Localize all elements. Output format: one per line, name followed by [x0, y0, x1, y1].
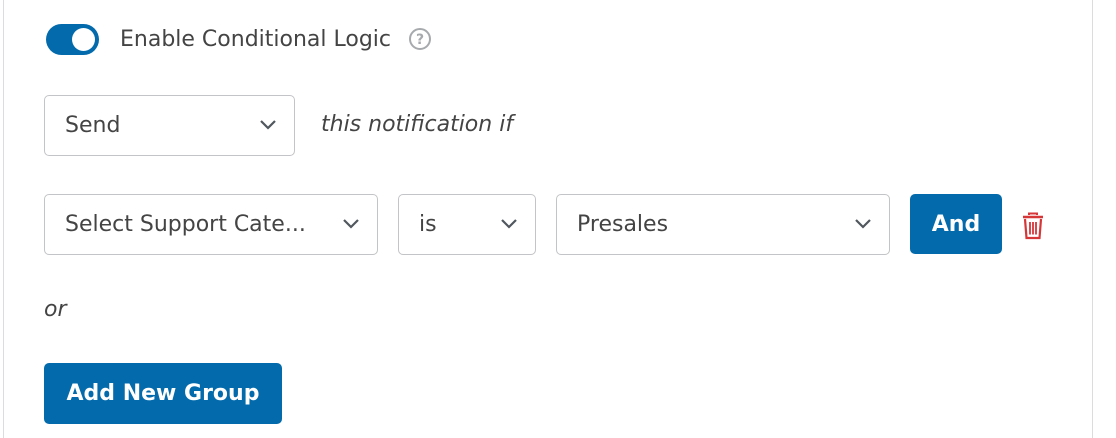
operator-select[interactable]: is	[398, 194, 536, 255]
field-select-value: Select Support Cate...	[65, 212, 306, 237]
value-select[interactable]: Presales	[556, 194, 890, 255]
trash-icon[interactable]	[1020, 212, 1046, 240]
toggle-knob	[72, 27, 95, 51]
add-new-group-button[interactable]: Add New Group	[44, 363, 282, 424]
operator-select-value: is	[419, 212, 437, 237]
chevron-down-icon	[260, 120, 276, 130]
chevron-down-icon	[855, 219, 871, 229]
svg-text:?: ?	[416, 32, 424, 48]
chevron-down-icon	[343, 219, 359, 229]
chevron-down-icon	[501, 219, 517, 229]
or-separator-text: or	[44, 297, 67, 322]
enable-conditional-logic-toggle[interactable]	[46, 23, 99, 55]
field-select[interactable]: Select Support Cate...	[44, 194, 378, 255]
value-select-value: Presales	[577, 212, 669, 237]
enable-conditional-logic-label: Enable Conditional Logic	[120, 26, 392, 52]
action-select[interactable]: Send	[44, 95, 295, 156]
and-button[interactable]: And	[910, 194, 1002, 254]
conditional-logic-toggle-row: Enable Conditional Logic ?	[46, 22, 432, 56]
action-select-value: Send	[65, 113, 121, 138]
action-suffix-text: this notification if	[321, 112, 514, 137]
question-circle-icon[interactable]: ?	[408, 27, 432, 51]
